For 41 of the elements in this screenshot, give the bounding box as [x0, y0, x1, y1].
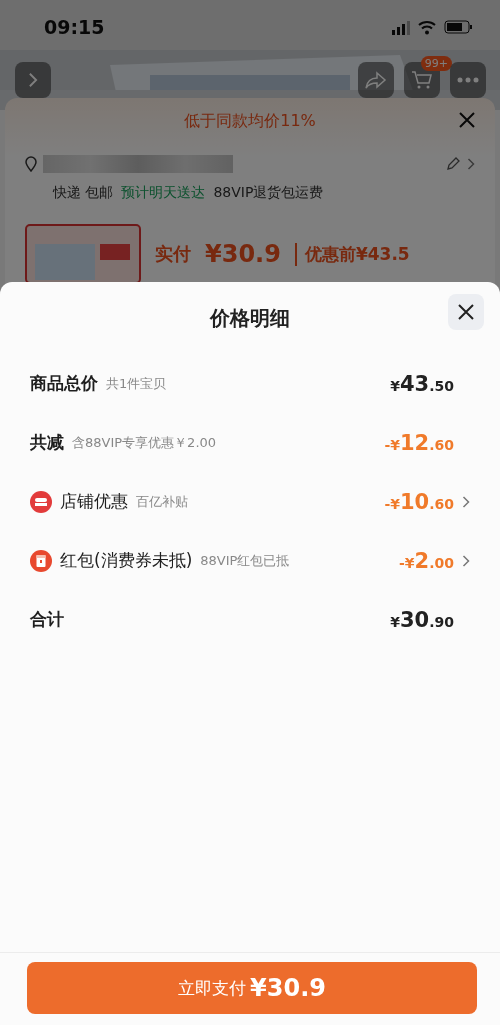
paid-price: ¥30.9 [205, 240, 281, 268]
row-amount: -¥12.60 [384, 430, 454, 455]
chevron-icon [28, 72, 38, 88]
more-icon [457, 77, 479, 83]
chevron-icon [467, 158, 475, 170]
envelope-icon [30, 549, 52, 572]
row-label: 合计 [30, 608, 64, 631]
sheet-title: 价格明细 [210, 304, 290, 332]
original-price: 优惠前¥43.5 [294, 242, 410, 266]
row-amount: -¥2.00 [399, 548, 454, 573]
row-label: 共减 [30, 431, 64, 454]
row-amount: -¥10.60 [384, 489, 454, 514]
location-icon [25, 156, 37, 172]
chevron-icon [462, 554, 470, 567]
store-icon [30, 490, 52, 513]
row-note: 含88VIP专享优惠￥2.00 [72, 433, 218, 452]
battery-icon [444, 20, 472, 34]
row-label: 红包(消费券未抵) [60, 549, 193, 572]
row-note: 百亿补贴 [136, 492, 189, 511]
pay-button[interactable]: 立即支付 ¥30.9 [27, 962, 477, 1014]
cart-icon [411, 70, 433, 90]
price-comparison-label: 低于同款均价11% [184, 110, 316, 132]
signal-icon [392, 19, 410, 35]
row-label: 店铺优惠 [60, 490, 128, 513]
share-icon [365, 71, 387, 89]
delivery-info: 88VIP退货包运费 [213, 184, 324, 202]
close-button[interactable] [448, 294, 484, 330]
row-note: 共1件宝贝 [106, 374, 168, 393]
edit-icon[interactable] [445, 156, 461, 172]
row-amount: ¥30.90 [390, 607, 454, 632]
status-time: 09:15 [44, 16, 105, 38]
delivery-info: 快递 包邮 [53, 184, 114, 202]
row-label: 商品总价 [30, 372, 98, 395]
wifi-icon [418, 19, 436, 35]
delivery-info: 预计明天送达 [121, 184, 206, 202]
chevron-icon [462, 495, 470, 508]
paid-label: 实付 [155, 242, 191, 266]
close-icon [458, 304, 474, 320]
row-amount: ¥43.50 [390, 371, 454, 396]
close-icon[interactable] [459, 112, 475, 128]
row-note: 88VIP红包已抵 [200, 551, 291, 570]
